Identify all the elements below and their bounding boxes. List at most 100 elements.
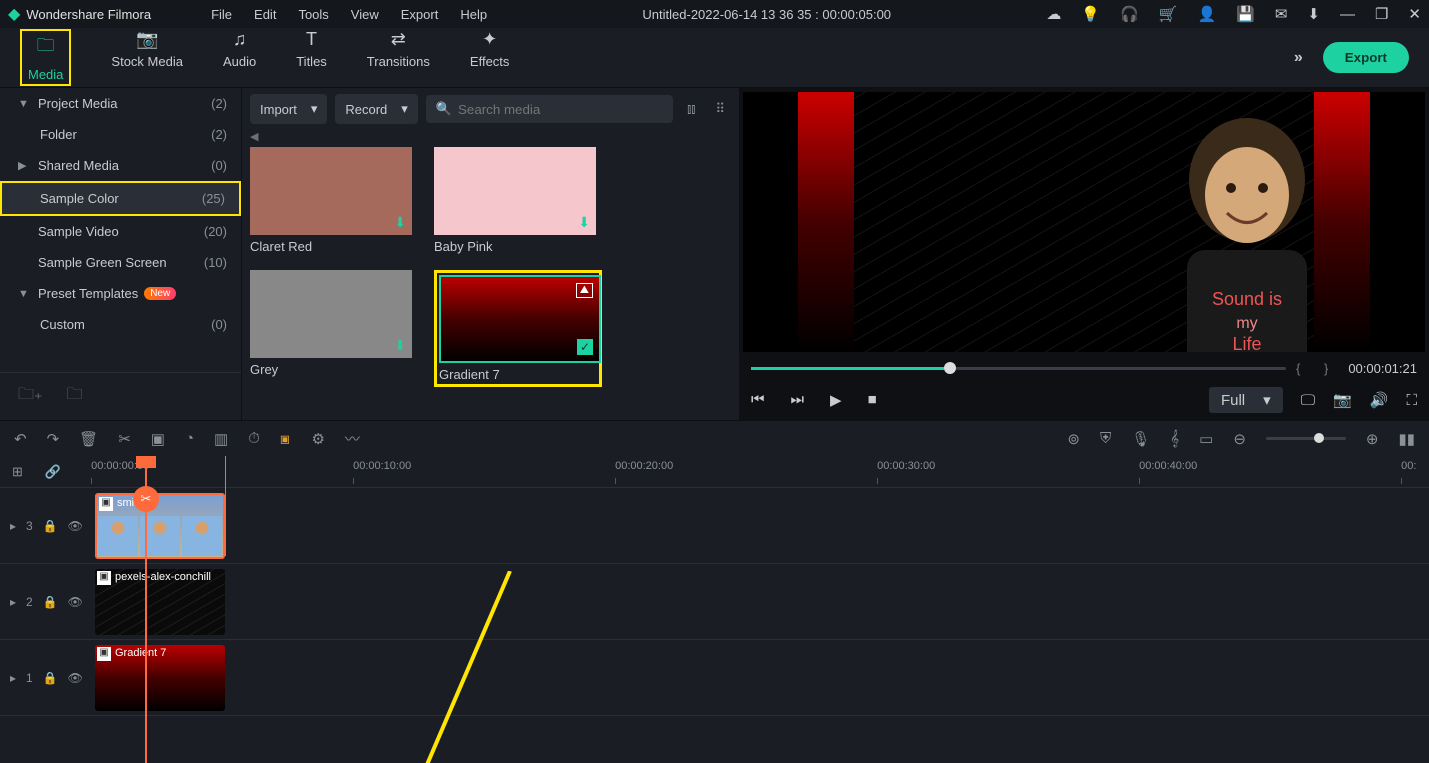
sidebar-item-sample-green-screen[interactable]: Sample Green Screen(10): [0, 247, 241, 278]
box-icon[interactable]: ▭: [1199, 430, 1213, 448]
menu-help[interactable]: Help: [460, 7, 487, 22]
download-icon[interactable]: ⬇: [394, 337, 406, 354]
zoom-in-icon[interactable]: ⊕: [1366, 430, 1379, 448]
fit-icon[interactable]: ▮▮: [1398, 430, 1415, 448]
time-ruler[interactable]: 00:00:00:0000:00:10:0000:00:20:0000:00:3…: [91, 456, 1429, 488]
display-icon[interactable]: 🖵: [1301, 392, 1315, 409]
tab-transitions[interactable]: ⇄Transitions: [367, 29, 430, 86]
zoom-slider[interactable]: [1266, 437, 1346, 440]
in-out-brackets[interactable]: { }: [1296, 361, 1338, 376]
audio-wave-icon[interactable]: 〰: [345, 428, 360, 449]
thumb-baby-pink[interactable]: ⬇: [434, 147, 596, 235]
cut-icon[interactable]: ✂: [118, 430, 131, 448]
menu-edit[interactable]: Edit: [254, 7, 276, 22]
filter-icon[interactable]: ⫾⫾: [681, 101, 701, 117]
mixer-icon[interactable]: 𝄞: [1170, 430, 1179, 447]
eye-icon[interactable]: 👁: [68, 671, 83, 685]
tab-effects[interactable]: ✦Effects: [470, 29, 510, 86]
scroll-left-icon[interactable]: ◀: [250, 130, 258, 143]
tab-titles[interactable]: TTitles: [296, 29, 327, 86]
maximize-icon[interactable]: ❐: [1375, 5, 1388, 23]
svg-text:my: my: [1236, 315, 1257, 332]
sidebar-item-custom[interactable]: Custom(0): [0, 309, 241, 340]
preview-video[interactable]: Sound is my Life: [743, 92, 1425, 352]
download-icon[interactable]: ⬇: [394, 214, 406, 231]
tab-stock-media[interactable]: 📷Stock Media: [111, 29, 183, 86]
lock-icon[interactable]: 🔒: [43, 671, 58, 685]
thumb-gradient-7[interactable]: ⛰✓: [439, 275, 601, 363]
bulb-icon[interactable]: 💡: [1081, 5, 1100, 23]
menu-tools[interactable]: Tools: [298, 7, 328, 22]
crop-icon[interactable]: ▣: [151, 430, 165, 448]
menu-export[interactable]: Export: [401, 7, 439, 22]
cart-icon[interactable]: 🛒: [1159, 5, 1178, 23]
sidebar-item-preset-templates[interactable]: ▼Preset TemplatesNew: [0, 278, 241, 309]
import-dropdown[interactable]: Import▾: [250, 94, 327, 124]
playhead-handle[interactable]: [136, 456, 156, 468]
minimize-icon[interactable]: —: [1340, 6, 1355, 23]
render-icon[interactable]: ⊚: [1067, 430, 1080, 448]
split-button-icon[interactable]: ✂: [133, 486, 159, 512]
adjust-icon[interactable]: ⚙: [311, 430, 324, 448]
quality-dropdown[interactable]: Full▾: [1209, 387, 1283, 413]
play-icon[interactable]: ▶: [830, 391, 842, 409]
headset-icon[interactable]: 🎧: [1120, 5, 1139, 23]
message-icon[interactable]: ✉: [1275, 5, 1288, 23]
timer-icon[interactable]: ⏱: [248, 430, 260, 447]
step-fwd-icon[interactable]: ⏭: [791, 391, 805, 409]
add-track-icon[interactable]: ⊞: [12, 464, 23, 480]
cloud-icon[interactable]: ☁: [1046, 5, 1061, 23]
color-icon[interactable]: ▥: [214, 430, 228, 448]
search-input[interactable]: [458, 102, 663, 117]
thumb-claret-red[interactable]: ⬇: [250, 147, 412, 235]
thumb-grey[interactable]: ⬇: [250, 270, 412, 358]
menu-file[interactable]: File: [211, 7, 232, 22]
playhead[interactable]: ✂: [145, 456, 147, 763]
keyframe-icon[interactable]: ◈: [275, 428, 296, 449]
redo-icon[interactable]: ↷: [47, 430, 60, 448]
close-icon[interactable]: ✕: [1408, 5, 1421, 23]
menu-view[interactable]: View: [351, 7, 379, 22]
eye-icon[interactable]: 👁: [68, 519, 83, 533]
voiceover-icon[interactable]: 🎙: [1131, 430, 1150, 448]
clip-pexels[interactable]: ▣ pexels-alex-conchill: [95, 569, 225, 635]
collapse-panel-icon[interactable]: »: [1294, 49, 1303, 67]
volume-icon[interactable]: 🔊: [1370, 391, 1389, 409]
sidebar-item-sample-video[interactable]: Sample Video(20): [0, 216, 241, 247]
eye-icon[interactable]: 👁: [68, 595, 83, 609]
clip-gradient7[interactable]: ▣ Gradient 7: [95, 645, 225, 711]
lock-icon[interactable]: 🔒: [43, 595, 58, 609]
sidebar-item-label: Sample Color: [40, 191, 119, 206]
marker-shield-icon[interactable]: ⛨: [1100, 430, 1111, 447]
new-folder-icon[interactable]: 🗀₊: [18, 383, 42, 410]
sidebar-item-folder[interactable]: Folder(2): [0, 119, 241, 150]
sidebar-item-project-media[interactable]: ▼Project Media(2): [0, 88, 241, 119]
speed-icon[interactable]: ◔: [185, 430, 194, 447]
grid-view-icon[interactable]: ⠿: [709, 101, 731, 117]
link-icon[interactable]: 🔗: [45, 464, 61, 480]
delete-icon[interactable]: 🗑: [79, 430, 98, 448]
save-icon[interactable]: 💾: [1236, 5, 1255, 23]
record-dropdown[interactable]: Record▾: [335, 94, 417, 124]
folder-icon[interactable]: 🗀: [66, 383, 82, 410]
tab-media[interactable]: 🗀Media: [20, 29, 71, 86]
lock-icon[interactable]: 🔒: [43, 519, 58, 533]
download-icon[interactable]: ⬇: [578, 214, 590, 231]
zoom-out-icon[interactable]: ⊖: [1233, 430, 1246, 448]
user-icon[interactable]: 👤: [1197, 5, 1216, 23]
sidebar-item-sample-color[interactable]: Sample Color(25): [0, 181, 241, 216]
stop-icon[interactable]: ■: [868, 391, 877, 409]
zoom-knob[interactable]: [1314, 433, 1324, 443]
scrubber-knob[interactable]: [944, 362, 956, 374]
snapshot-icon[interactable]: 📷: [1333, 391, 1352, 409]
clip-smile2[interactable]: ▣ smile2: [95, 493, 225, 559]
download-icon[interactable]: ⬇: [1307, 5, 1320, 23]
search-box[interactable]: 🔍: [426, 95, 673, 123]
export-button[interactable]: Export: [1323, 42, 1409, 73]
fullscreen-icon[interactable]: ⛶: [1406, 392, 1417, 409]
tab-audio[interactable]: ♫Audio: [223, 29, 256, 86]
undo-icon[interactable]: ↶: [14, 430, 27, 448]
sidebar-item-shared-media[interactable]: ▶Shared Media(0): [0, 150, 241, 181]
step-back-icon[interactable]: ⏮: [751, 391, 765, 409]
scrubber-track[interactable]: [751, 367, 1286, 370]
